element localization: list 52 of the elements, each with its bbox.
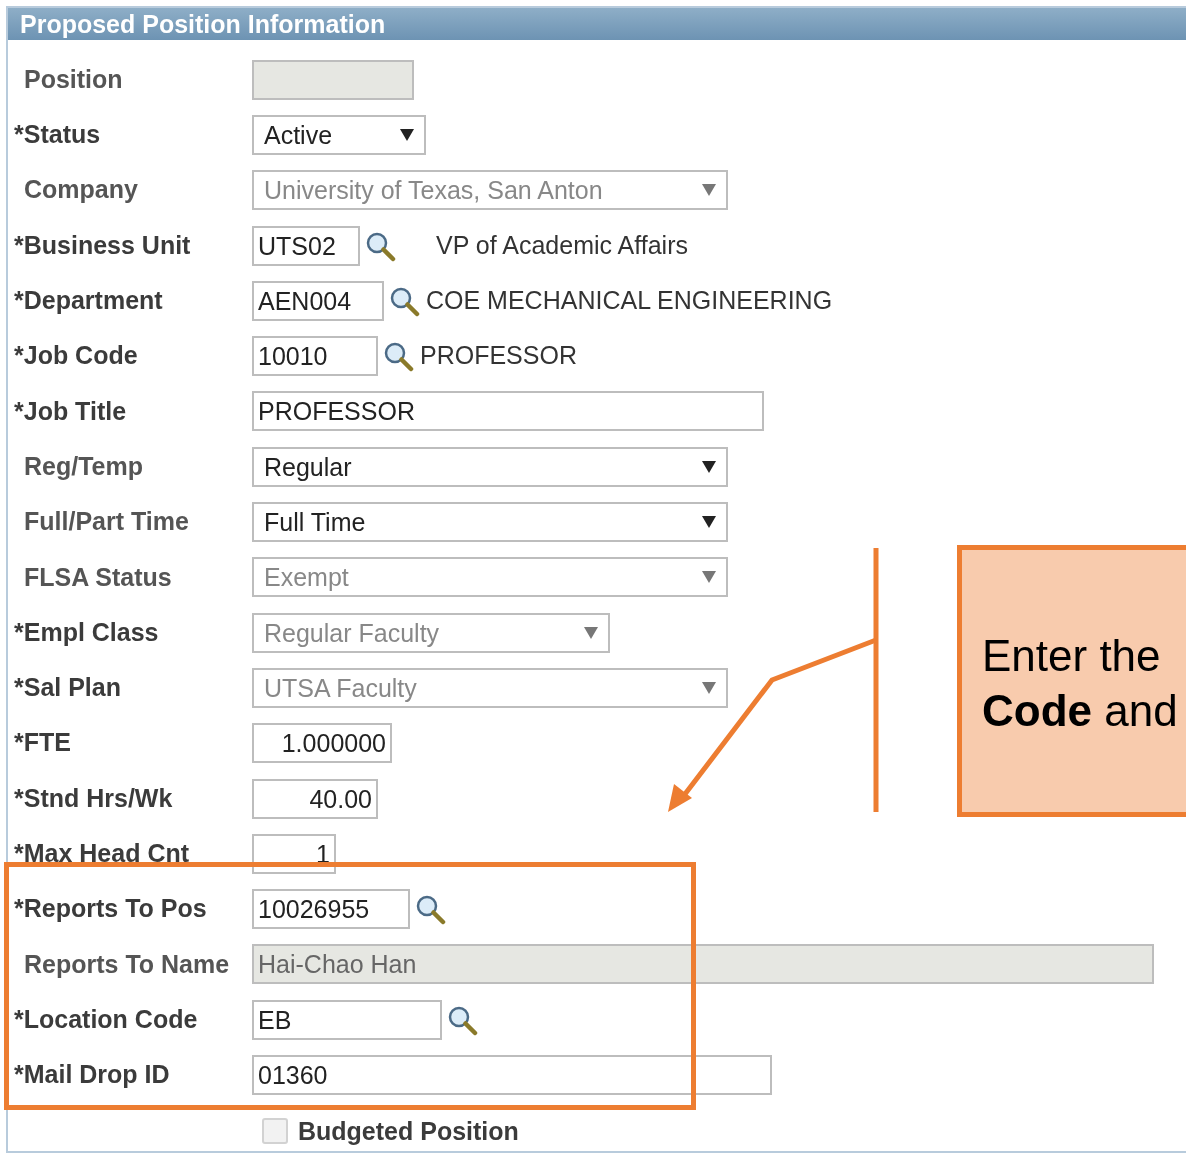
input-field[interactable]: 01360	[252, 1055, 772, 1095]
dropdown-arrow-icon	[702, 680, 716, 695]
dropdown-arrow-icon	[584, 625, 598, 640]
input-field[interactable]: PROFESSOR	[252, 391, 764, 432]
field-label: *FTE	[13, 727, 72, 759]
field-label: Full/Part Time	[23, 506, 190, 538]
input-field[interactable]: 10026955	[252, 889, 410, 930]
callout-text: Enter the Code and	[982, 630, 1179, 737]
dropdown[interactable]: Full Time	[252, 502, 728, 542]
input-field[interactable]: UTS02	[252, 225, 360, 266]
field-label: *Job Title	[13, 395, 128, 427]
search-icon[interactable]	[382, 340, 414, 373]
dropdown-arrow-icon	[400, 127, 414, 142]
field-label: *Max Head Cnt	[13, 838, 191, 870]
dropdown[interactable]: Active	[252, 114, 426, 155]
field-description: COE MECHANICAL ENGINEERING	[426, 285, 833, 317]
dropdown: UTSA Faculty	[252, 667, 728, 708]
dropdown: Exempt	[252, 557, 728, 598]
field-label: *Department	[13, 285, 164, 317]
panel-title: Proposed Position Information	[8, 8, 1186, 40]
checkbox[interactable]	[262, 1118, 288, 1145]
field-label: Position	[23, 63, 124, 95]
field-label: FLSA Status	[23, 561, 173, 593]
field-label: Company	[23, 174, 139, 206]
search-icon[interactable]	[414, 893, 446, 926]
field-label: *Stnd Hrs/Wk	[13, 782, 174, 814]
dropdown[interactable]: Regular	[252, 446, 728, 487]
field-description: VP of Academic Affairs	[436, 229, 688, 261]
dropdown-arrow-icon	[702, 515, 716, 529]
field-label: *Empl Class	[13, 616, 160, 648]
dropdown-arrow-icon	[702, 459, 716, 474]
field-label: *Job Code	[13, 340, 139, 372]
dropdown-arrow-icon	[702, 570, 716, 585]
input-field[interactable]: 1.000000	[252, 723, 392, 764]
read-only-field: Hai-Chao Han	[252, 944, 1154, 985]
field-label: *Reports To Pos	[13, 893, 208, 925]
dropdown-arrow-icon	[702, 183, 716, 198]
field-label: *Location Code	[13, 1003, 199, 1035]
field-label: Reports To Name	[23, 948, 231, 980]
field-label: Reg/Temp	[23, 450, 144, 482]
field-label: *Mail Drop ID	[13, 1059, 171, 1091]
input-field[interactable]: EB	[252, 999, 442, 1040]
field-description: PROFESSOR	[420, 340, 577, 372]
input-field[interactable]: 40.00	[252, 778, 378, 819]
dropdown: University of Texas, San Anton	[252, 170, 728, 211]
input-field[interactable]: AEN004	[252, 280, 384, 321]
field-label: *Status	[13, 119, 102, 151]
field-label: *Sal Plan	[13, 672, 122, 704]
input-field[interactable]: 10010	[252, 336, 378, 377]
checkbox-label: Budgeted Position	[298, 1115, 519, 1147]
field-label: *Business Unit	[13, 229, 192, 261]
dropdown: Regular Faculty	[252, 612, 610, 653]
